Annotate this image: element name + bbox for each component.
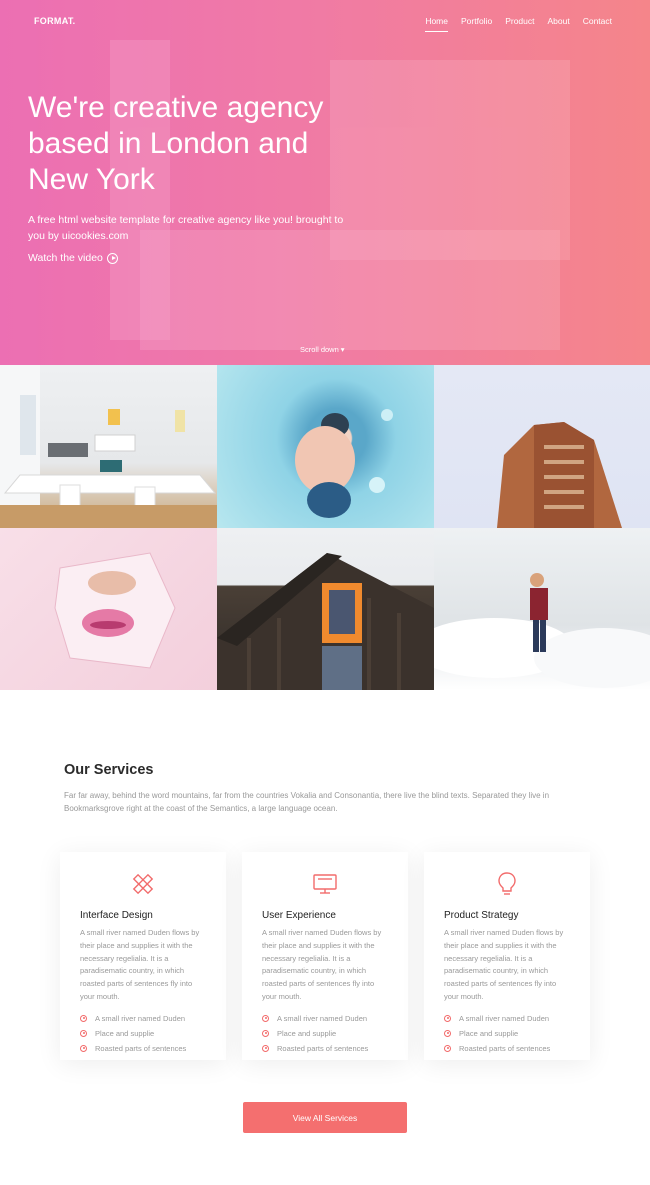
portfolio-gallery xyxy=(0,365,650,690)
watch-video-link[interactable]: Watch the video xyxy=(28,252,118,264)
chevron-down-icon: ▾ xyxy=(340,345,345,354)
target-bullet-icon xyxy=(80,1029,87,1037)
office-illustration xyxy=(0,365,217,528)
list-item: A small river named Duden xyxy=(262,1014,388,1023)
list-item-label: Roasted parts of sentences xyxy=(95,1043,187,1053)
service-card-text: A small river named Duden flows by their… xyxy=(444,928,564,1001)
list-item-label: Place and supplie xyxy=(459,1028,519,1038)
view-all-services-button[interactable]: View All Services xyxy=(243,1102,407,1133)
gallery-photo-building[interactable] xyxy=(434,365,650,528)
list-item: A small river named Duden xyxy=(80,1014,206,1023)
target-bullet-icon xyxy=(80,1014,87,1022)
nav-portfolio[interactable]: Portfolio xyxy=(461,16,492,32)
list-item: Place and supplie xyxy=(80,1029,206,1038)
gallery-photo-clouds[interactable] xyxy=(434,528,650,690)
gallery-photo-swimmer[interactable] xyxy=(217,365,434,528)
hero-title: We're creative agency based in London an… xyxy=(28,91,324,196)
service-card-title: User Experience xyxy=(262,910,336,921)
house-illustration xyxy=(217,553,434,690)
service-card-product-strategy: Product Strategy A small river named Dud… xyxy=(424,852,590,1060)
lightbulb-icon xyxy=(498,872,516,895)
list-item: Roasted parts of sentences xyxy=(262,1044,388,1053)
list-item: Place and supplie xyxy=(444,1029,570,1038)
nav-contact[interactable]: Contact xyxy=(583,16,612,32)
target-bullet-icon xyxy=(262,1029,269,1037)
list-item-label: Place and supplie xyxy=(277,1028,337,1038)
list-item-label: A small river named Duden xyxy=(277,1013,368,1023)
list-item: Roasted parts of sentences xyxy=(80,1044,206,1053)
service-card-text: A small river named Duden flows by their… xyxy=(80,928,200,1001)
service-card-text: A small river named Duden flows by their… xyxy=(262,928,382,1001)
hero-section: FORMAT. Home Portfolio Product About Con… xyxy=(0,0,650,365)
swimmer-illustration xyxy=(295,409,393,518)
gallery-photo-house[interactable] xyxy=(217,528,434,690)
service-card-list: A small river named Duden Place and supp… xyxy=(80,1014,206,1053)
service-card-title: Product Strategy xyxy=(444,910,519,921)
target-bullet-icon xyxy=(262,1014,269,1022)
target-bullet-icon xyxy=(262,1044,269,1052)
list-item: Place and supplie xyxy=(262,1029,388,1038)
target-bullet-icon xyxy=(80,1044,87,1052)
service-card-list: A small river named Duden Place and supp… xyxy=(444,1014,570,1053)
clouds-illustration xyxy=(434,573,650,688)
list-item: Roasted parts of sentences xyxy=(444,1044,570,1053)
lips-illustration xyxy=(54,552,176,669)
nav-product[interactable]: Product xyxy=(505,16,534,32)
gallery-photo-lips[interactable] xyxy=(0,528,217,690)
hero-subtitle: A free html website template for creativ… xyxy=(28,214,344,242)
logo[interactable]: FORMAT. xyxy=(34,16,75,26)
watch-video-label: Watch the video xyxy=(28,252,103,264)
list-item-label: Roasted parts of sentences xyxy=(277,1043,369,1053)
gallery-photo-office[interactable] xyxy=(0,365,217,528)
service-card-user-experience: User Experience A small river named Dude… xyxy=(242,852,408,1060)
nav-about[interactable]: About xyxy=(547,16,569,32)
play-circle-icon xyxy=(106,252,118,264)
main-nav: Home Portfolio Product About Contact xyxy=(425,16,612,32)
services-description: Far far away, behind the word mountains,… xyxy=(64,791,550,813)
building-illustration xyxy=(497,422,622,528)
services-title: Our Services xyxy=(64,762,154,778)
nav-home[interactable]: Home xyxy=(425,16,448,32)
monitor-icon xyxy=(313,874,337,894)
target-bullet-icon xyxy=(444,1044,451,1052)
scroll-down-link[interactable]: Scroll down ▾ xyxy=(300,345,345,354)
pencil-ruler-icon xyxy=(132,873,154,895)
scroll-down-label: Scroll down xyxy=(300,345,339,354)
list-item: A small river named Duden xyxy=(444,1014,570,1023)
services-cards: Interface Design A small river named Dud… xyxy=(60,852,590,1060)
service-card-title: Interface Design xyxy=(80,910,153,921)
list-item-label: Roasted parts of sentences xyxy=(459,1043,551,1053)
list-item-label: Place and supplie xyxy=(95,1028,155,1038)
top-navbar: FORMAT. Home Portfolio Product About Con… xyxy=(0,0,650,44)
service-card-list: A small river named Duden Place and supp… xyxy=(262,1014,388,1053)
list-item-label: A small river named Duden xyxy=(459,1013,550,1023)
target-bullet-icon xyxy=(444,1029,451,1037)
service-card-interface-design: Interface Design A small river named Dud… xyxy=(60,852,226,1060)
list-item-label: A small river named Duden xyxy=(95,1013,186,1023)
target-bullet-icon xyxy=(444,1014,451,1022)
